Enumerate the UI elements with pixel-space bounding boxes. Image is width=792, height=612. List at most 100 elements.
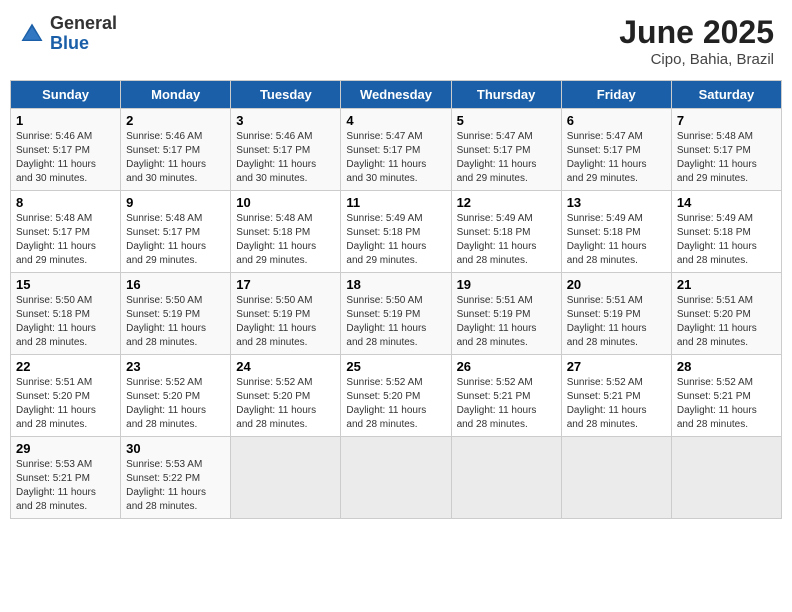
table-row: 3 Sunrise: 5:46 AM Sunset: 5:17 PM Daylig… <box>231 109 341 191</box>
table-row: 27 Sunrise: 5:52 AM Sunset: 5:21 PM Dayli… <box>561 355 671 437</box>
logo-general-text: General <box>50 14 117 34</box>
logo: General Blue <box>18 14 117 54</box>
calendar-week-row: 8 Sunrise: 5:48 AM Sunset: 5:17 PM Daylig… <box>11 191 782 273</box>
col-monday: Monday <box>121 81 231 109</box>
day-number: 26 <box>457 359 556 374</box>
table-row: 13 Sunrise: 5:49 AM Sunset: 5:18 PM Dayli… <box>561 191 671 273</box>
day-info: Sunrise: 5:50 AM Sunset: 5:19 PM Dayligh… <box>346 294 445 350</box>
day-number: 17 <box>236 277 335 292</box>
col-wednesday: Wednesday <box>341 81 451 109</box>
day-number: 20 <box>567 277 666 292</box>
day-info: Sunrise: 5:51 AM Sunset: 5:19 PM Dayligh… <box>457 294 556 350</box>
day-info: Sunrise: 5:50 AM Sunset: 5:19 PM Dayligh… <box>126 294 225 350</box>
logo-blue-text: Blue <box>50 34 117 54</box>
calendar-header: Sunday Monday Tuesday Wednesday Thursday… <box>11 81 782 109</box>
day-number: 9 <box>126 195 225 210</box>
day-info: Sunrise: 5:53 AM Sunset: 5:22 PM Dayligh… <box>126 458 225 514</box>
table-row: 5Sunrise: 5:47 AM Sunset: 5:17 PM Daylig… <box>451 109 561 191</box>
col-saturday: Saturday <box>671 81 781 109</box>
table-row: 15 Sunrise: 5:50 AM Sunset: 5:18 PM Dayli… <box>11 273 121 355</box>
day-number: 5 <box>457 113 556 128</box>
table-row: 8 Sunrise: 5:48 AM Sunset: 5:17 PM Daylig… <box>11 191 121 273</box>
day-info: Sunrise: 5:48 AM Sunset: 5:17 PM Dayligh… <box>677 130 776 186</box>
table-row <box>671 437 781 519</box>
table-row: 16Sunrise: 5:50 AM Sunset: 5:19 PM Dayli… <box>121 273 231 355</box>
calendar-week-row: 1 Sunrise: 5:46 AM Sunset: 5:17 PM Daylig… <box>11 109 782 191</box>
day-info: Sunrise: 5:50 AM Sunset: 5:18 PM Dayligh… <box>16 294 115 350</box>
table-row: 6Sunrise: 5:47 AM Sunset: 5:17 PM Daylig… <box>561 109 671 191</box>
day-number: 10 <box>236 195 335 210</box>
day-number: 30 <box>126 441 225 456</box>
calendar-body: 1 Sunrise: 5:46 AM Sunset: 5:17 PM Daylig… <box>11 109 782 519</box>
col-friday: Friday <box>561 81 671 109</box>
table-row: 17 Sunrise: 5:50 AM Sunset: 5:19 PM Dayli… <box>231 273 341 355</box>
col-tuesday: Tuesday <box>231 81 341 109</box>
table-row: 20 Sunrise: 5:51 AM Sunset: 5:19 PM Dayli… <box>561 273 671 355</box>
day-info: Sunrise: 5:48 AM Sunset: 5:17 PM Dayligh… <box>16 212 115 268</box>
calendar-table: Sunday Monday Tuesday Wednesday Thursday… <box>10 80 782 519</box>
table-row: 24Sunrise: 5:52 AM Sunset: 5:20 PM Dayli… <box>231 355 341 437</box>
day-number: 27 <box>567 359 666 374</box>
day-info: Sunrise: 5:51 AM Sunset: 5:19 PM Dayligh… <box>567 294 666 350</box>
day-number: 19 <box>457 277 556 292</box>
day-number: 1 <box>16 113 115 128</box>
day-number: 23 <box>126 359 225 374</box>
table-row <box>341 437 451 519</box>
table-row: 7 Sunrise: 5:48 AM Sunset: 5:17 PM Daylig… <box>671 109 781 191</box>
day-info: Sunrise: 5:52 AM Sunset: 5:20 PM Dayligh… <box>346 376 445 432</box>
day-number: 7 <box>677 113 776 128</box>
col-thursday: Thursday <box>451 81 561 109</box>
day-number: 18 <box>346 277 445 292</box>
table-row: 1 Sunrise: 5:46 AM Sunset: 5:17 PM Daylig… <box>11 109 121 191</box>
day-info: Sunrise: 5:48 AM Sunset: 5:18 PM Dayligh… <box>236 212 335 268</box>
table-row: 9Sunrise: 5:48 AM Sunset: 5:17 PM Daylig… <box>121 191 231 273</box>
day-number: 15 <box>16 277 115 292</box>
day-number: 4 <box>346 113 445 128</box>
table-row: 23 Sunrise: 5:52 AM Sunset: 5:20 PM Dayli… <box>121 355 231 437</box>
day-info: Sunrise: 5:46 AM Sunset: 5:17 PM Dayligh… <box>236 130 335 186</box>
day-info: Sunrise: 5:47 AM Sunset: 5:17 PM Dayligh… <box>346 130 445 186</box>
day-info: Sunrise: 5:52 AM Sunset: 5:21 PM Dayligh… <box>567 376 666 432</box>
calendar-week-row: 15 Sunrise: 5:50 AM Sunset: 5:18 PM Dayli… <box>11 273 782 355</box>
month-year-title: June 2025 <box>619 14 774 51</box>
day-info: Sunrise: 5:52 AM Sunset: 5:20 PM Dayligh… <box>126 376 225 432</box>
day-number: 8 <box>16 195 115 210</box>
table-row <box>231 437 341 519</box>
day-info: Sunrise: 5:52 AM Sunset: 5:21 PM Dayligh… <box>457 376 556 432</box>
table-row: 14Sunrise: 5:49 AM Sunset: 5:18 PM Dayli… <box>671 191 781 273</box>
day-number: 2 <box>126 113 225 128</box>
calendar-week-row: 22 Sunrise: 5:51 AM Sunset: 5:20 PM Dayli… <box>11 355 782 437</box>
table-row: 30 Sunrise: 5:53 AM Sunset: 5:22 PM Dayli… <box>121 437 231 519</box>
day-number: 11 <box>346 195 445 210</box>
col-sunday: Sunday <box>11 81 121 109</box>
day-info: Sunrise: 5:50 AM Sunset: 5:19 PM Dayligh… <box>236 294 335 350</box>
table-row <box>451 437 561 519</box>
day-number: 29 <box>16 441 115 456</box>
day-number: 13 <box>567 195 666 210</box>
table-row: 29Sunrise: 5:53 AM Sunset: 5:21 PM Dayli… <box>11 437 121 519</box>
day-number: 14 <box>677 195 776 210</box>
table-row: 18 Sunrise: 5:50 AM Sunset: 5:19 PM Dayli… <box>341 273 451 355</box>
table-row: 19 Sunrise: 5:51 AM Sunset: 5:19 PM Dayli… <box>451 273 561 355</box>
day-info: Sunrise: 5:51 AM Sunset: 5:20 PM Dayligh… <box>16 376 115 432</box>
table-row: 12Sunrise: 5:49 AM Sunset: 5:18 PM Dayli… <box>451 191 561 273</box>
table-row: 26 Sunrise: 5:52 AM Sunset: 5:21 PM Dayli… <box>451 355 561 437</box>
day-number: 24 <box>236 359 335 374</box>
calendar-week-row: 29Sunrise: 5:53 AM Sunset: 5:21 PM Dayli… <box>11 437 782 519</box>
day-info: Sunrise: 5:46 AM Sunset: 5:17 PM Dayligh… <box>126 130 225 186</box>
day-info: Sunrise: 5:52 AM Sunset: 5:21 PM Dayligh… <box>677 376 776 432</box>
day-number: 25 <box>346 359 445 374</box>
day-info: Sunrise: 5:46 AM Sunset: 5:17 PM Dayligh… <box>16 130 115 186</box>
table-row: 28 Sunrise: 5:52 AM Sunset: 5:21 PM Dayli… <box>671 355 781 437</box>
day-number: 6 <box>567 113 666 128</box>
location-subtitle: Cipo, Bahia, Brazil <box>619 51 774 68</box>
day-number: 28 <box>677 359 776 374</box>
day-number: 22 <box>16 359 115 374</box>
day-info: Sunrise: 5:51 AM Sunset: 5:20 PM Dayligh… <box>677 294 776 350</box>
title-block: June 2025 Cipo, Bahia, Brazil <box>619 14 774 68</box>
table-row: 4 Sunrise: 5:47 AM Sunset: 5:17 PM Daylig… <box>341 109 451 191</box>
day-number: 3 <box>236 113 335 128</box>
table-row: 25 Sunrise: 5:52 AM Sunset: 5:20 PM Dayli… <box>341 355 451 437</box>
day-info: Sunrise: 5:49 AM Sunset: 5:18 PM Dayligh… <box>567 212 666 268</box>
day-info: Sunrise: 5:49 AM Sunset: 5:18 PM Dayligh… <box>457 212 556 268</box>
